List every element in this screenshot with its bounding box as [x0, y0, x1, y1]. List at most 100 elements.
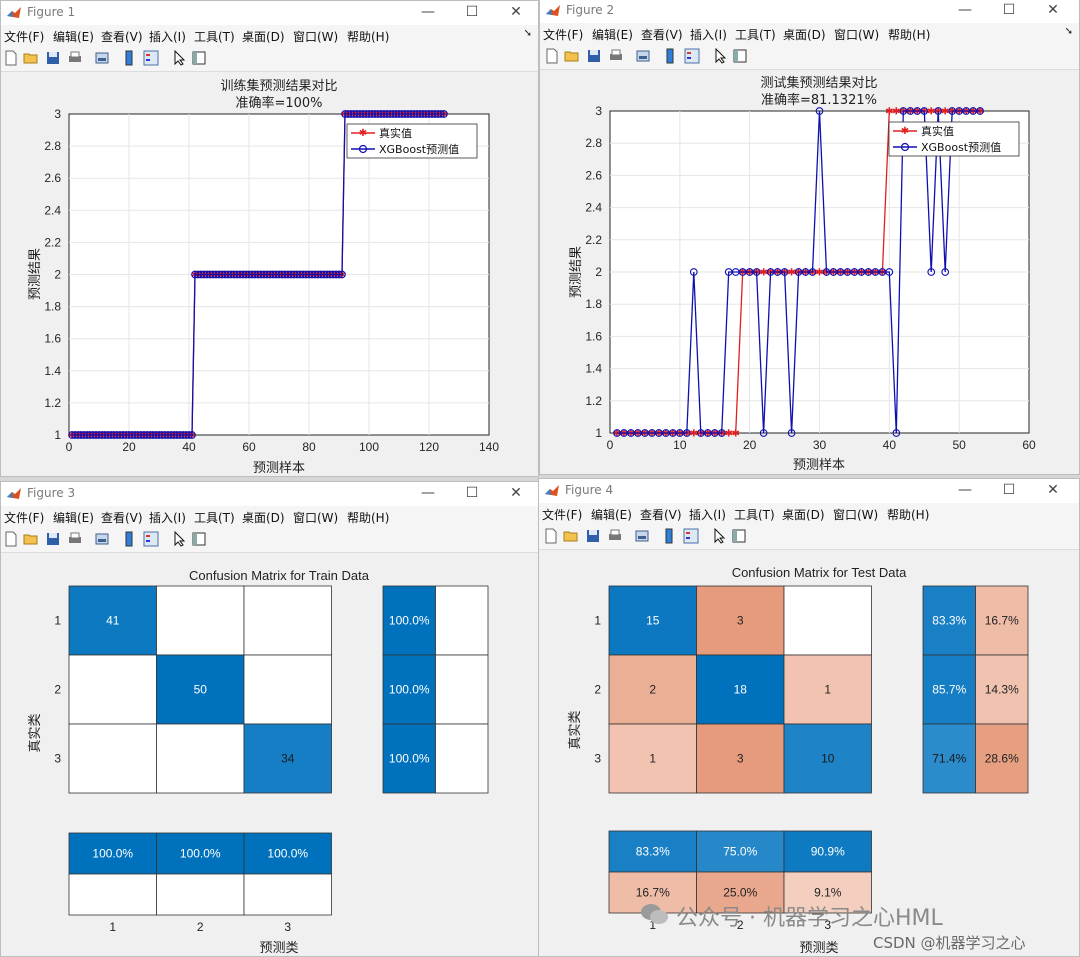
- menu-insert[interactable]: 插入(I): [689, 506, 726, 523]
- menu-tools[interactable]: 工具(T): [734, 506, 775, 523]
- menu-file[interactable]: 文件(F): [543, 26, 583, 43]
- menu-help[interactable]: 帮助(H): [347, 509, 389, 526]
- matrix-cells: 15 32 18 11 3 101231 2 383.3% 16.7%85.7% 14.3%71.…: [594, 585, 1029, 932]
- menu-edit[interactable]: 编辑(E): [591, 506, 632, 523]
- colorbar-icon[interactable]: [661, 528, 677, 544]
- x-tick-label: 40: [883, 438, 897, 452]
- menu-file[interactable]: 文件(F): [542, 506, 582, 523]
- menu-window[interactable]: 窗口(W): [834, 26, 879, 43]
- link-plot-icon[interactable]: [634, 528, 650, 544]
- colorbar-icon[interactable]: [121, 50, 137, 66]
- menu-desktop[interactable]: 桌面(D): [783, 26, 826, 43]
- csdn-watermark: CSDN @机器学习之心: [873, 934, 1026, 952]
- colorbar-icon[interactable]: [662, 48, 678, 64]
- x-tick-label: 120: [419, 440, 439, 454]
- menu-edit[interactable]: 编辑(E): [592, 26, 633, 43]
- property-editor-icon[interactable]: [191, 50, 207, 66]
- legend-icon[interactable]: [143, 531, 159, 547]
- menu-view[interactable]: 查看(V): [101, 28, 143, 45]
- svg-text:✱: ✱: [359, 128, 367, 139]
- menu-view[interactable]: 查看(V): [640, 506, 682, 523]
- new-file-icon[interactable]: [543, 528, 559, 544]
- menu-file[interactable]: 文件(F): [4, 509, 44, 526]
- new-file-icon[interactable]: [3, 50, 19, 66]
- minimize-button[interactable]: —: [406, 1, 450, 25]
- row-class-label: 2: [54, 683, 61, 697]
- menu-file[interactable]: 文件(F): [4, 28, 44, 45]
- open-folder-icon[interactable]: [564, 48, 580, 64]
- menu-help[interactable]: 帮助(H): [887, 506, 929, 523]
- maximize-button[interactable]: ☐: [450, 1, 494, 25]
- new-file-icon[interactable]: [3, 531, 19, 547]
- menu-view[interactable]: 查看(V): [641, 26, 683, 43]
- menu-desktop[interactable]: 桌面(D): [242, 28, 285, 45]
- legend-icon[interactable]: [683, 528, 699, 544]
- menu-window[interactable]: 窗口(W): [833, 506, 878, 523]
- dock-arrow-icon[interactable]: ➘: [1065, 26, 1073, 37]
- menu-tools[interactable]: 工具(T): [194, 509, 235, 526]
- pointer-icon[interactable]: [171, 50, 187, 66]
- property-editor-icon[interactable]: [191, 531, 207, 547]
- link-plot-icon[interactable]: [635, 48, 651, 64]
- print-icon[interactable]: [607, 528, 623, 544]
- new-file-icon[interactable]: [544, 48, 560, 64]
- column-summary-value: 100.0%: [267, 847, 308, 861]
- close-button[interactable]: ✕: [1031, 479, 1075, 503]
- menu-insert[interactable]: 插入(I): [149, 28, 186, 45]
- property-editor-icon[interactable]: [731, 528, 747, 544]
- link-plot-icon[interactable]: [94, 531, 110, 547]
- property-editor-icon[interactable]: [732, 48, 748, 64]
- pointer-icon[interactable]: [712, 48, 728, 64]
- true-value-marker: ✱: [732, 429, 740, 440]
- open-folder-icon[interactable]: [23, 50, 39, 66]
- menu-edit[interactable]: 编辑(E): [53, 28, 94, 45]
- matrix-cell-value: 34: [281, 752, 295, 766]
- legend[interactable]: ✱ 真实值 XGBoost预测值: [346, 123, 478, 159]
- figure-window-2: Figure 2 — ☐ ✕ 文件(F) 编辑(E) 查看(V) 插入(I) 工…: [539, 0, 1080, 475]
- menu-view[interactable]: 查看(V): [101, 509, 143, 526]
- menu-edit[interactable]: 编辑(E): [53, 509, 94, 526]
- maximize-button[interactable]: ☐: [987, 479, 1031, 503]
- print-icon[interactable]: [67, 531, 83, 547]
- colorbar-icon[interactable]: [121, 531, 137, 547]
- dock-arrow-icon[interactable]: ➘: [524, 28, 532, 39]
- title-bar[interactable]: Figure 3 — ☐ ✕: [1, 482, 538, 506]
- title-bar[interactable]: Figure 2 — ☐ ✕: [540, 0, 1079, 23]
- close-button[interactable]: ✕: [1031, 0, 1075, 23]
- title-bar[interactable]: Figure 4 — ☐ ✕: [539, 479, 1079, 503]
- save-icon[interactable]: [585, 528, 601, 544]
- menu-help[interactable]: 帮助(H): [888, 26, 930, 43]
- print-icon[interactable]: [67, 50, 83, 66]
- title-bar[interactable]: Figure 1 — ☐ ✕: [1, 1, 538, 25]
- menu-desktop[interactable]: 桌面(D): [242, 509, 285, 526]
- menu-tools[interactable]: 工具(T): [194, 28, 235, 45]
- menu-insert[interactable]: 插入(I): [690, 26, 727, 43]
- minimize-button[interactable]: —: [943, 479, 987, 503]
- menu-desktop[interactable]: 桌面(D): [782, 506, 825, 523]
- save-icon[interactable]: [586, 48, 602, 64]
- legend-icon[interactable]: [684, 48, 700, 64]
- maximize-button[interactable]: ☐: [450, 482, 494, 506]
- legend[interactable]: ✱ 真实值 XGBoost预测值: [888, 121, 1020, 157]
- menu-window[interactable]: 窗口(W): [293, 509, 338, 526]
- save-icon[interactable]: [45, 531, 61, 547]
- menu-help[interactable]: 帮助(H): [347, 28, 389, 45]
- pointer-icon[interactable]: [171, 531, 187, 547]
- minimize-button[interactable]: —: [406, 482, 450, 506]
- menu-window[interactable]: 窗口(W): [293, 28, 338, 45]
- maximize-button[interactable]: ☐: [987, 0, 1031, 23]
- open-folder-icon[interactable]: [23, 531, 39, 547]
- close-button[interactable]: ✕: [494, 1, 538, 25]
- save-icon[interactable]: [45, 50, 61, 66]
- minimize-button[interactable]: —: [943, 0, 987, 23]
- matrix-cell-value: 50: [194, 683, 208, 697]
- legend-true: 真实值: [379, 126, 412, 140]
- menu-insert[interactable]: 插入(I): [149, 509, 186, 526]
- link-plot-icon[interactable]: [94, 50, 110, 66]
- menu-tools[interactable]: 工具(T): [735, 26, 776, 43]
- legend-icon[interactable]: [143, 50, 159, 66]
- pointer-icon[interactable]: [711, 528, 727, 544]
- print-icon[interactable]: [608, 48, 624, 64]
- open-folder-icon[interactable]: [563, 528, 579, 544]
- close-button[interactable]: ✕: [494, 482, 538, 506]
